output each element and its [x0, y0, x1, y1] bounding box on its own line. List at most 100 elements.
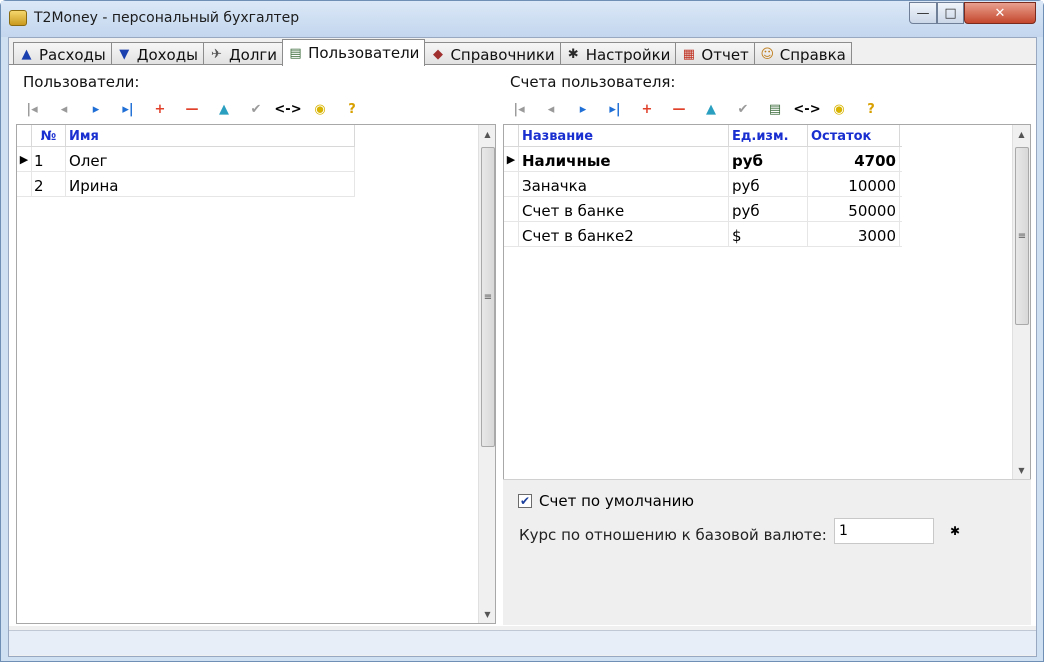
settings-icon: ✱ — [567, 47, 579, 62]
tab-help[interactable]: ☺ Справка — [753, 42, 852, 66]
confirm-icon[interactable]: ✔ — [240, 98, 272, 120]
current-row-arrow-icon: ▶ — [17, 147, 32, 171]
users-grid-scrollbar[interactable]: ▲ ≡ ▼ — [478, 125, 495, 623]
table-row[interactable]: Счет в банке2 $3000 — [504, 222, 902, 247]
rate-input[interactable] — [834, 518, 934, 544]
copy-icon[interactable]: ▤ — [759, 98, 791, 120]
prev-icon[interactable]: ◂ — [535, 98, 567, 120]
reference-books-icon: ◆ — [432, 47, 443, 62]
delete-icon[interactable]: — — [176, 98, 208, 120]
table-row[interactable]: ▶ 1 Олег — [17, 147, 355, 172]
cell-balance[interactable]: 50000 — [808, 197, 900, 221]
accounts-grid[interactable]: Название Ед.изм. Остаток ▶ Наличные руб 470… — [503, 124, 1031, 480]
table-row[interactable]: 2 Ирина — [17, 172, 355, 197]
client-area: ▲ Расходы ▼ Доходы ✈ Долги ▤ Пользователи ◆ Справ… — [8, 37, 1037, 657]
cell-account-name[interactable]: Счет в банке2 — [519, 222, 729, 246]
tab-settings[interactable]: ✱ Настройки — [559, 42, 677, 66]
scroll-down-arrow-icon[interactable]: ▼ — [479, 605, 495, 623]
cell-unit[interactable]: руб — [729, 172, 808, 196]
last-icon[interactable]: ▸| — [112, 98, 144, 120]
tab-users[interactable]: ▤ Пользователи — [282, 39, 426, 66]
row-indicator — [504, 172, 519, 196]
last-icon[interactable]: ▸| — [599, 98, 631, 120]
find-icon[interactable]: ◉ — [304, 98, 336, 120]
cell-name[interactable]: Ирина — [66, 172, 355, 196]
table-row[interactable]: Счет в банке руб 50000 — [504, 197, 902, 222]
rate-label: Курс по отношению к базовой валюте: — [519, 526, 827, 544]
scroll-thumb[interactable]: ≡ — [481, 147, 495, 447]
row-indicator — [504, 197, 519, 221]
cell-balance[interactable]: 10000 — [808, 172, 900, 196]
column-header-name[interactable]: Имя — [66, 125, 355, 146]
tab-report[interactable]: ▦ Отчет — [675, 42, 755, 66]
users-tab-page: Пользователи: |◂ ◂ ▸ ▸| + — ▲ ✔ <-> ◉? № Имя ▶ 1 Ол… — [9, 64, 1036, 626]
table-row[interactable]: Заначка руб 10000 — [504, 172, 902, 197]
cell-account-name[interactable]: Счет в банке — [519, 197, 729, 221]
cell-unit[interactable]: руб — [729, 147, 808, 171]
cell-balance[interactable]: 4700 — [808, 147, 900, 171]
delete-icon[interactable]: — — [663, 98, 695, 120]
current-row-arrow-icon: ▶ — [504, 147, 519, 171]
column-header-num[interactable]: № — [32, 125, 66, 146]
table-row[interactable]: ▶ Наличные руб 4700 — [504, 147, 902, 172]
cell-name[interactable]: Олег — [66, 147, 355, 171]
users-grid[interactable]: № Имя ▶ 1 Олег 2 Ирина ▲ ≡ ▼ — [16, 124, 496, 624]
cell-unit[interactable]: руб — [729, 197, 808, 221]
expense-arrow-icon: ▲ — [21, 47, 32, 62]
column-header-unit[interactable]: Ед.изм. — [729, 125, 808, 146]
find-icon[interactable]: ◉ — [823, 98, 855, 120]
tab-label: Долги — [228, 45, 278, 64]
add-icon[interactable]: + — [144, 98, 176, 120]
column-header-title[interactable]: Название — [519, 125, 729, 146]
app-icon — [9, 10, 27, 26]
tab-reference-books[interactable]: ◆ Справочники — [424, 42, 561, 66]
prev-icon[interactable]: ◂ — [48, 98, 80, 120]
scroll-thumb[interactable]: ≡ — [1015, 147, 1029, 325]
title-bar[interactable]: T2Money - персональный бухгалтер — □ ✕ — [1, 1, 1043, 37]
users-panel-label: Пользователи: — [23, 73, 140, 91]
tab-bar: ▲ Расходы ▼ Доходы ✈ Долги ▤ Пользователи ◆ Справ… — [13, 39, 852, 66]
tab-income-arrow[interactable]: ▼ Доходы — [110, 42, 204, 66]
add-icon[interactable]: + — [631, 98, 663, 120]
accounts-grid-header: Название Ед.изм. Остаток — [504, 125, 902, 147]
next-icon[interactable]: ▸ — [567, 98, 599, 120]
tab-expense-arrow[interactable]: ▲ Расходы — [13, 42, 112, 66]
cell-balance[interactable]: 3000 — [808, 222, 900, 246]
users-panel: Пользователи: |◂ ◂ ▸ ▸| + — ▲ ✔ <-> ◉? № Имя ▶ 1 Ол… — [16, 69, 496, 625]
default-account-label[interactable]: Счет по умолчанию — [539, 492, 694, 510]
window-title: T2Money - персональный бухгалтер — [34, 10, 300, 26]
app-window: T2Money - персональный бухгалтер — □ ✕ ▲… — [0, 0, 1044, 662]
tab-label: Справка — [779, 45, 846, 64]
confirm-icon[interactable]: ✔ — [727, 98, 759, 120]
swap-icon[interactable]: <-> — [272, 98, 304, 120]
tab-label: Настройки — [585, 45, 671, 64]
accounts-panel-label: Счета пользователя: — [510, 73, 676, 91]
cell-num[interactable]: 2 — [32, 172, 66, 196]
maximize-button[interactable]: □ — [937, 2, 964, 24]
first-icon[interactable]: |◂ — [16, 98, 48, 120]
cell-account-name[interactable]: Наличные — [519, 147, 729, 171]
minimize-button[interactable]: — — [909, 2, 937, 24]
cell-unit[interactable]: $ — [729, 222, 808, 246]
scroll-down-arrow-icon[interactable]: ▼ — [1013, 461, 1030, 479]
tab-debts[interactable]: ✈ Долги — [202, 42, 284, 66]
accounts-grid-scrollbar[interactable]: ▲ ≡ ▼ — [1012, 125, 1030, 479]
edit-icon[interactable]: ▲ — [208, 98, 240, 120]
default-account-checkbox[interactable]: ✔ — [518, 494, 532, 508]
next-icon[interactable]: ▸ — [80, 98, 112, 120]
row-indicator — [17, 172, 32, 196]
cell-num[interactable]: 1 — [32, 147, 66, 171]
tab-label: Справочники — [450, 45, 555, 64]
column-header-balance[interactable]: Остаток — [808, 125, 900, 146]
scroll-up-arrow-icon[interactable]: ▲ — [479, 125, 495, 143]
first-icon[interactable]: |◂ — [503, 98, 535, 120]
help-icon[interactable]: ? — [336, 98, 368, 120]
swap-icon[interactable]: <-> — [791, 98, 823, 120]
edit-icon[interactable]: ▲ — [695, 98, 727, 120]
scroll-up-arrow-icon[interactable]: ▲ — [1013, 125, 1030, 143]
help-icon[interactable]: ? — [855, 98, 887, 120]
currency-settings-icon[interactable]: ✱ — [946, 523, 964, 539]
account-options-panel: ✔ Счет по умолчанию Курс по отношению к … — [503, 479, 1031, 625]
cell-account-name[interactable]: Заначка — [519, 172, 729, 196]
close-button[interactable]: ✕ — [964, 2, 1036, 24]
